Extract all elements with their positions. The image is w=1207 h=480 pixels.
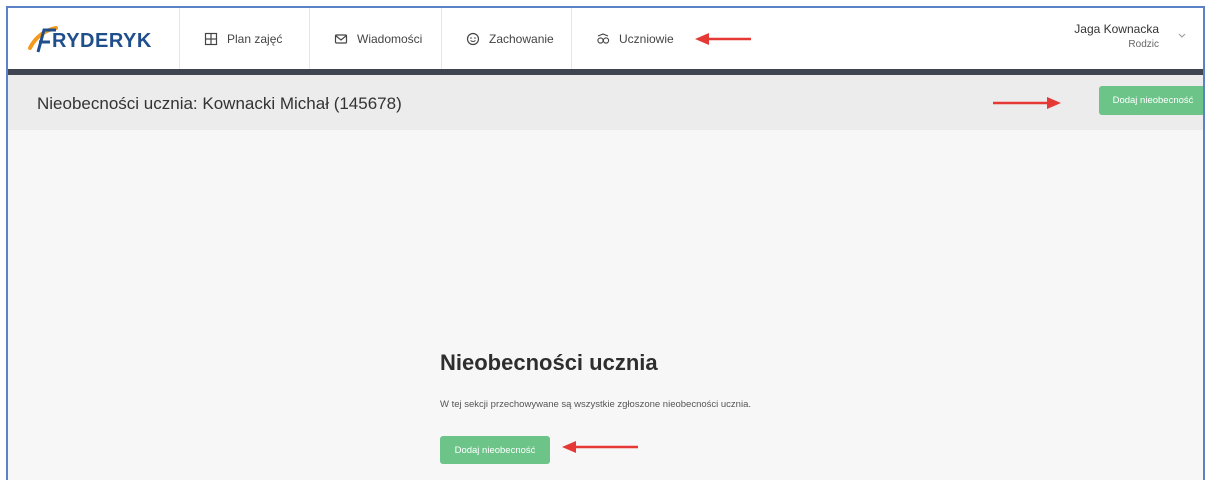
user-menu[interactable]: Jaga Kownacka Rodzic — [1074, 22, 1187, 50]
app-window: RYDERYK Plan zajęć Wiadomości Zachowanie… — [6, 6, 1205, 480]
nav-label: Zachowanie — [489, 31, 554, 46]
smiley-icon — [466, 32, 480, 45]
add-absence-button[interactable]: Dodaj nieobecność — [440, 436, 550, 464]
nav-label: Uczniowie — [619, 31, 674, 46]
annotation-arrow-icon — [695, 33, 751, 45]
nav-item-plan-zajec[interactable]: Plan zajęć — [180, 8, 310, 69]
envelope-icon — [334, 33, 348, 44]
logo[interactable]: RYDERYK — [14, 8, 180, 69]
empty-state-title: Nieobecności ucznia — [440, 350, 658, 375]
user-role: Rodzic — [1128, 39, 1159, 50]
empty-state-description: W tej sekcji przechowywane są wszystkie … — [440, 399, 751, 410]
page-title: Nieobecności ucznia: Kownacki Michał (14… — [37, 94, 402, 113]
annotation-arrow-icon — [562, 441, 638, 453]
nav-label: Wiadomości — [357, 31, 423, 46]
grid-icon — [204, 32, 218, 45]
top-navigation-bar: RYDERYK Plan zajęć Wiadomości Zachowanie… — [8, 8, 1203, 70]
add-absence-button-header[interactable]: Dodaj nieobecność — [1099, 86, 1203, 115]
nav-item-zachowanie[interactable]: Zachowanie — [442, 8, 572, 69]
user-name: Jaga Kownacka — [1074, 22, 1159, 36]
nav-item-uczniowie[interactable]: Uczniowie — [572, 8, 712, 69]
annotation-arrow-icon — [993, 97, 1061, 109]
students-icon — [597, 32, 610, 44]
nav-item-wiadomosci[interactable]: Wiadomości — [310, 8, 442, 69]
chevron-down-icon[interactable] — [1177, 32, 1187, 40]
logo-text: RYDERYK — [52, 30, 152, 52]
nav-label: Plan zajęć — [227, 31, 283, 46]
